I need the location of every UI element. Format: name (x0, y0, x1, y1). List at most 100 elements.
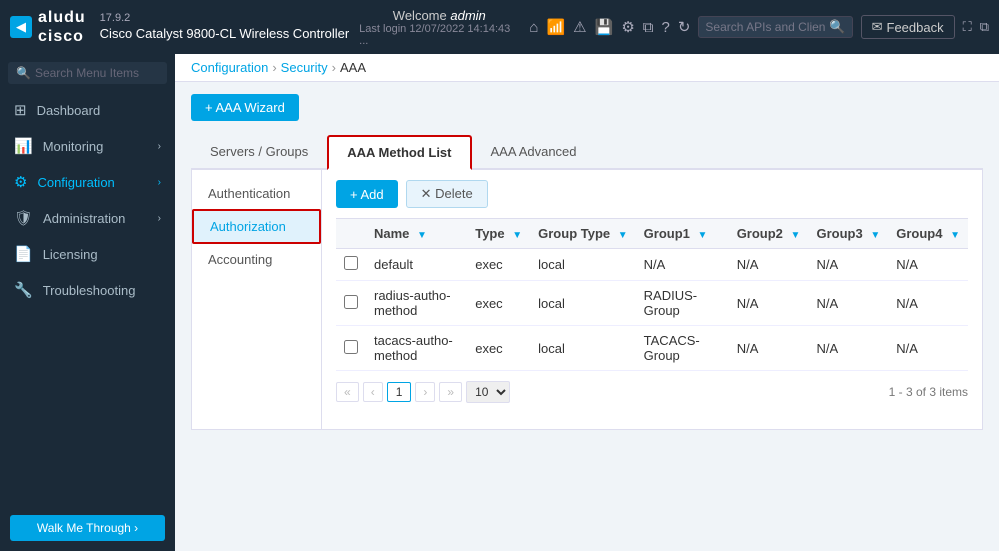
sidebar-search-icon: 🔍 (16, 66, 31, 80)
wifi-icon[interactable]: 📶 (546, 18, 565, 36)
row-checkbox[interactable] (344, 340, 358, 354)
breadcrumb-configuration[interactable]: Configuration (191, 60, 268, 75)
prev-page-button[interactable]: ‹ (363, 382, 383, 402)
external-icon[interactable]: ⧉ (980, 19, 989, 35)
cell-name: radius-autho-method (366, 281, 467, 326)
add-button[interactable]: + Add (336, 180, 398, 208)
tab-method-list[interactable]: AAA Method List (327, 135, 471, 170)
filter-group2-icon[interactable]: ▼ (791, 230, 801, 241)
help-icon[interactable]: ? (661, 19, 669, 36)
row-checkbox[interactable] (344, 256, 358, 270)
configuration-icon: ⚙ (14, 173, 27, 191)
gear-icon[interactable]: ⚙ (621, 18, 634, 36)
aaa-wizard-button[interactable]: + AAA Wizard (191, 94, 299, 121)
sidebar-search-box[interactable]: 🔍 (8, 62, 167, 84)
sidebar-item-licensing[interactable]: 📄 Licensing (0, 236, 175, 272)
home-icon[interactable]: ⌂ (529, 19, 538, 36)
content-panel: Authentication Authorization Accounting … (191, 170, 983, 430)
cell-group1: N/A (636, 249, 729, 281)
filter-name-icon[interactable]: ▼ (417, 230, 427, 241)
cell-type: exec (467, 281, 530, 326)
troubleshooting-icon: 🔧 (14, 281, 33, 299)
breadcrumb-sep-1: › (272, 60, 276, 75)
th-select (336, 219, 366, 249)
sidebar-item-troubleshooting[interactable]: 🔧 Troubleshooting (0, 272, 175, 308)
cell-group3: N/A (808, 326, 888, 371)
search-input[interactable] (705, 20, 825, 34)
cisco-logo-text: aluducisco (38, 8, 86, 46)
chevron-icon-monitoring: › (158, 141, 161, 152)
th-group4: Group4 ▼ (888, 219, 968, 249)
sub-sidebar: Authentication Authorization Accounting (192, 170, 322, 429)
breadcrumb-security[interactable]: Security (281, 60, 328, 75)
expand-icon[interactable]: ⛶ (963, 19, 972, 35)
cell-name: tacacs-autho-method (366, 326, 467, 371)
alert-icon[interactable]: ⚠ (573, 18, 586, 36)
back-icon: ◀ (16, 19, 26, 35)
sidebar-bottom: Walk Me Through › (0, 505, 175, 551)
first-page-button[interactable]: « (336, 382, 359, 402)
filter-grouptype-icon[interactable]: ▼ (618, 230, 628, 241)
filter-group1-icon[interactable]: ▼ (698, 230, 708, 241)
table-row: tacacs-autho-method exec local TACACS-Gr… (336, 326, 968, 371)
cell-group2: N/A (729, 281, 809, 326)
filter-group4-icon[interactable]: ▼ (950, 230, 960, 241)
th-name: Name ▼ (366, 219, 467, 249)
delete-button[interactable]: ✕ Delete (406, 180, 488, 208)
pagination: « ‹ 1 › » 10 25 50 1 - 3 of 3 items (336, 381, 968, 403)
cell-group3: N/A (808, 249, 888, 281)
page-size-select[interactable]: 10 25 50 (466, 381, 510, 403)
chevron-icon-configuration: › (158, 177, 161, 188)
sub-item-accounting[interactable]: Accounting (192, 244, 321, 275)
th-group2: Group2 ▼ (729, 219, 809, 249)
filter-group3-icon[interactable]: ▼ (870, 230, 880, 241)
content-area: Configuration › Security › AAA + AAA Wiz… (175, 54, 999, 551)
cell-group-type: local (530, 249, 636, 281)
main-area: 🔍 ⊞ Dashboard 📊 Monitoring › ⚙ Configura… (0, 54, 999, 551)
cell-group1: RADIUS-Group (636, 281, 729, 326)
filter-type-icon[interactable]: ▼ (512, 230, 522, 241)
last-login: Last login 12/07/2022 14:14:43 ... (359, 23, 519, 47)
monitoring-icon: 📊 (14, 137, 33, 155)
sidebar-label-troubleshooting: Troubleshooting (43, 283, 136, 298)
items-count: 1 - 3 of 3 items (889, 385, 968, 399)
mail-icon: ✉ (872, 19, 883, 35)
row-checkbox[interactable] (344, 295, 358, 309)
save-icon[interactable]: 💾 (595, 18, 614, 36)
app-version: 17.9.2 (100, 12, 350, 24)
welcome-text: Welcome admin (393, 8, 486, 23)
th-group-type: Group Type ▼ (530, 219, 636, 249)
last-page-button[interactable]: » (439, 382, 462, 402)
sub-item-authorization[interactable]: Authorization (192, 209, 321, 244)
tab-servers-groups[interactable]: Servers / Groups (191, 135, 327, 170)
copy-icon[interactable]: ⧉ (643, 19, 654, 36)
sidebar-item-administration[interactable]: 🛡 Administration › (0, 200, 175, 236)
table-row: radius-autho-method exec local RADIUS-Gr… (336, 281, 968, 326)
sidebar-search-input[interactable] (35, 66, 159, 80)
search-box[interactable]: 🔍 (698, 16, 852, 38)
page-controls: « ‹ 1 › » 10 25 50 (336, 381, 510, 403)
licensing-icon: 📄 (14, 245, 33, 263)
app-name: Cisco Catalyst 9800-CL Wireless Controll… (100, 26, 350, 41)
sidebar-item-configuration[interactable]: ⚙ Configuration › (0, 164, 175, 200)
th-group3: Group3 ▼ (808, 219, 888, 249)
sidebar-item-monitoring[interactable]: 📊 Monitoring › (0, 128, 175, 164)
cell-type: exec (467, 326, 530, 371)
sidebar-item-dashboard[interactable]: ⊞ Dashboard (0, 92, 175, 128)
current-page: 1 (387, 382, 412, 402)
tab-advanced[interactable]: AAA Advanced (472, 135, 596, 170)
next-page-button[interactable]: › (415, 382, 435, 402)
breadcrumb-current: AAA (340, 60, 366, 75)
table-header-row: Name ▼ Type ▼ Group Type ▼ (336, 219, 968, 249)
sidebar-label-dashboard: Dashboard (37, 103, 101, 118)
back-button[interactable]: ◀ (10, 16, 32, 38)
cell-group1: TACACS-Group (636, 326, 729, 371)
feedback-button[interactable]: ✉ Feedback (861, 15, 955, 39)
chevron-icon-administration: › (158, 213, 161, 224)
refresh-icon[interactable]: ↻ (678, 18, 691, 36)
breadcrumb: Configuration › Security › AAA (175, 54, 999, 82)
sidebar-label-monitoring: Monitoring (43, 139, 104, 154)
sub-item-authentication[interactable]: Authentication (192, 178, 321, 209)
th-type: Type ▼ (467, 219, 530, 249)
walk-me-through-button[interactable]: Walk Me Through › (10, 515, 165, 541)
